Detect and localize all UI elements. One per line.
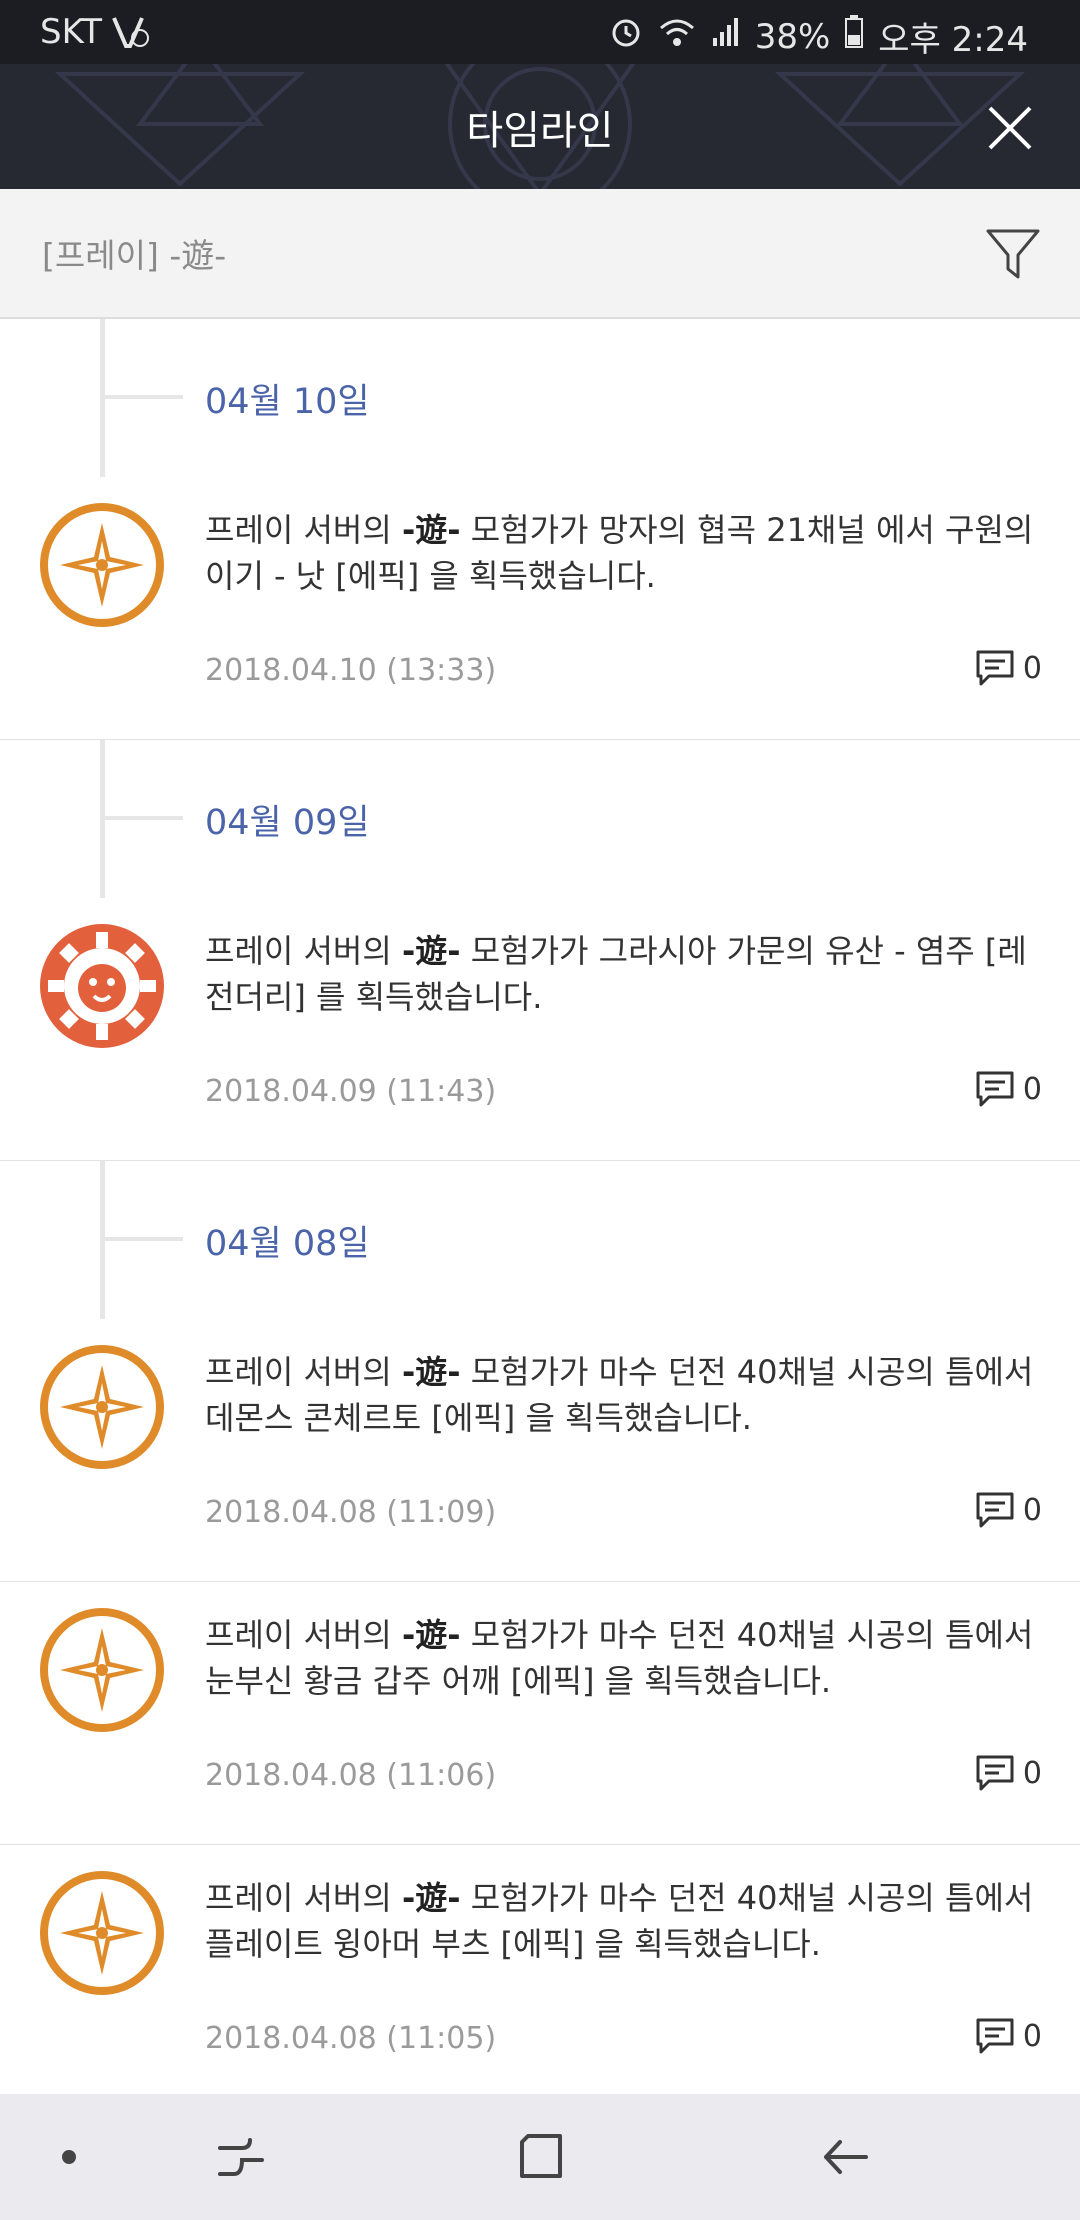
- comment-icon: [976, 1492, 1014, 1528]
- carrier-label: SKT: [40, 12, 103, 52]
- filter-icon: [986, 229, 1040, 279]
- home-button[interactable]: [514, 2130, 568, 2188]
- comment-count: 0: [1022, 2018, 1042, 2054]
- comment-icon: [976, 1755, 1014, 1791]
- comment-icon: [976, 1071, 1014, 1107]
- entry-message: 프레이 서버의 -遊- 모험가가 마수 던전 40채널 시공의 틈에서 데몬스 …: [205, 1353, 1034, 1437]
- timeline-entry[interactable]: 프레이 서버의 -遊- 모험가가 망자의 협곡 21채널 에서 구원의 이기 -…: [0, 477, 1080, 740]
- comment-count: 0: [1022, 650, 1042, 686]
- timeline-entry[interactable]: 프레이 서버의 -遊- 모험가가 마수 던전 40채널 시공의 틈에서 플레이트…: [0, 1845, 1080, 2094]
- close-icon: [988, 106, 1032, 150]
- date-tick: [103, 1237, 183, 1241]
- comment-button[interactable]: 0: [975, 1070, 1042, 1108]
- entry-message: 프레이 서버의 -遊- 모험가가 마수 던전 40채널 시공의 틈에서 눈부신 …: [205, 1616, 1034, 1700]
- comment-button[interactable]: 0: [975, 649, 1042, 687]
- date-tick: [103, 816, 183, 820]
- epic-item-icon: [40, 1345, 164, 1469]
- comment-count: 0: [1022, 1492, 1042, 1528]
- battery-percent: 38%: [754, 16, 831, 57]
- close-button[interactable]: [982, 100, 1038, 156]
- dot-button[interactable]: [56, 2144, 82, 2174]
- date-header: 04월 09일: [0, 740, 1080, 899]
- app-header: 타임라인: [0, 64, 1080, 189]
- entry-timestamp: 2018.04.10 (13:33): [205, 653, 497, 688]
- date-header: 04월 10일: [0, 319, 1080, 478]
- date-label: 04월 08일: [205, 1224, 370, 1264]
- comment-count: 0: [1022, 1755, 1042, 1791]
- legendary-item-icon: [40, 924, 164, 1048]
- epic-item-icon: [40, 1871, 164, 1995]
- comment-button[interactable]: 0: [975, 2017, 1042, 2055]
- comment-button[interactable]: 0: [975, 1491, 1042, 1529]
- date-label: 04월 09일: [205, 803, 370, 843]
- alarm-icon: [609, 15, 643, 58]
- entry-timestamp: 2018.04.09 (11:43): [205, 1074, 497, 1109]
- date-header: 04월 08일: [0, 1161, 1080, 1320]
- comment-icon: [976, 650, 1014, 686]
- date-label: 04월 10일: [205, 382, 370, 422]
- signal-icon: [711, 16, 741, 57]
- comment-count: 0: [1022, 1071, 1042, 1107]
- timeline-list[interactable]: 04월 10일 프레이 서버의 -遊- 모험가가 망자의 협곡 21채널 에서 …: [0, 319, 1080, 2094]
- filter-button[interactable]: [984, 225, 1042, 283]
- wifi-icon: [657, 16, 697, 57]
- system-nav-bar: [0, 2094, 1080, 2220]
- home-icon: [520, 2134, 562, 2178]
- epic-item-icon: [40, 503, 164, 627]
- filter-bar: [프레이] -遊-: [0, 189, 1080, 319]
- page-title: 타임라인: [466, 108, 614, 154]
- dot-icon: [62, 2150, 76, 2164]
- clock: 오후 2:24: [878, 20, 1028, 60]
- recent-apps-icon: [218, 2138, 264, 2176]
- comment-button[interactable]: 0: [975, 1754, 1042, 1792]
- back-button[interactable]: [818, 2130, 872, 2188]
- status-bar: SKT 38% 오후 2:24: [0, 0, 1080, 64]
- back-icon: [824, 2140, 868, 2174]
- filter-summary: [프레이] -遊-: [42, 236, 227, 275]
- entry-message: 프레이 서버의 -遊- 모험가가 마수 던전 40채널 시공의 틈에서 플레이트…: [205, 1879, 1034, 1963]
- recent-apps-button[interactable]: [214, 2130, 268, 2188]
- timeline-entry[interactable]: 프레이 서버의 -遊- 모험가가 마수 던전 40채널 시공의 틈에서 눈부신 …: [0, 1582, 1080, 1845]
- entry-timestamp: 2018.04.08 (11:06): [205, 1758, 497, 1793]
- entry-timestamp: 2018.04.08 (11:09): [205, 1495, 497, 1530]
- entry-message: 프레이 서버의 -遊- 모험가가 그라시아 가문의 유산 - 염주 [레전더리]…: [205, 932, 1027, 1016]
- date-tick: [103, 395, 183, 399]
- network-lte-icon: [112, 14, 150, 59]
- epic-item-icon: [40, 1608, 164, 1732]
- battery-icon: [844, 15, 864, 58]
- timeline-entry[interactable]: 프레이 서버의 -遊- 모험가가 마수 던전 40채널 시공의 틈에서 데몬스 …: [0, 1319, 1080, 1582]
- entry-timestamp: 2018.04.08 (11:05): [205, 2021, 497, 2056]
- entry-message: 프레이 서버의 -遊- 모험가가 망자의 협곡 21채널 에서 구원의 이기 -…: [205, 511, 1034, 595]
- comment-icon: [976, 2018, 1014, 2054]
- timeline-entry[interactable]: 프레이 서버의 -遊- 모험가가 그라시아 가문의 유산 - 염주 [레전더리]…: [0, 898, 1080, 1161]
